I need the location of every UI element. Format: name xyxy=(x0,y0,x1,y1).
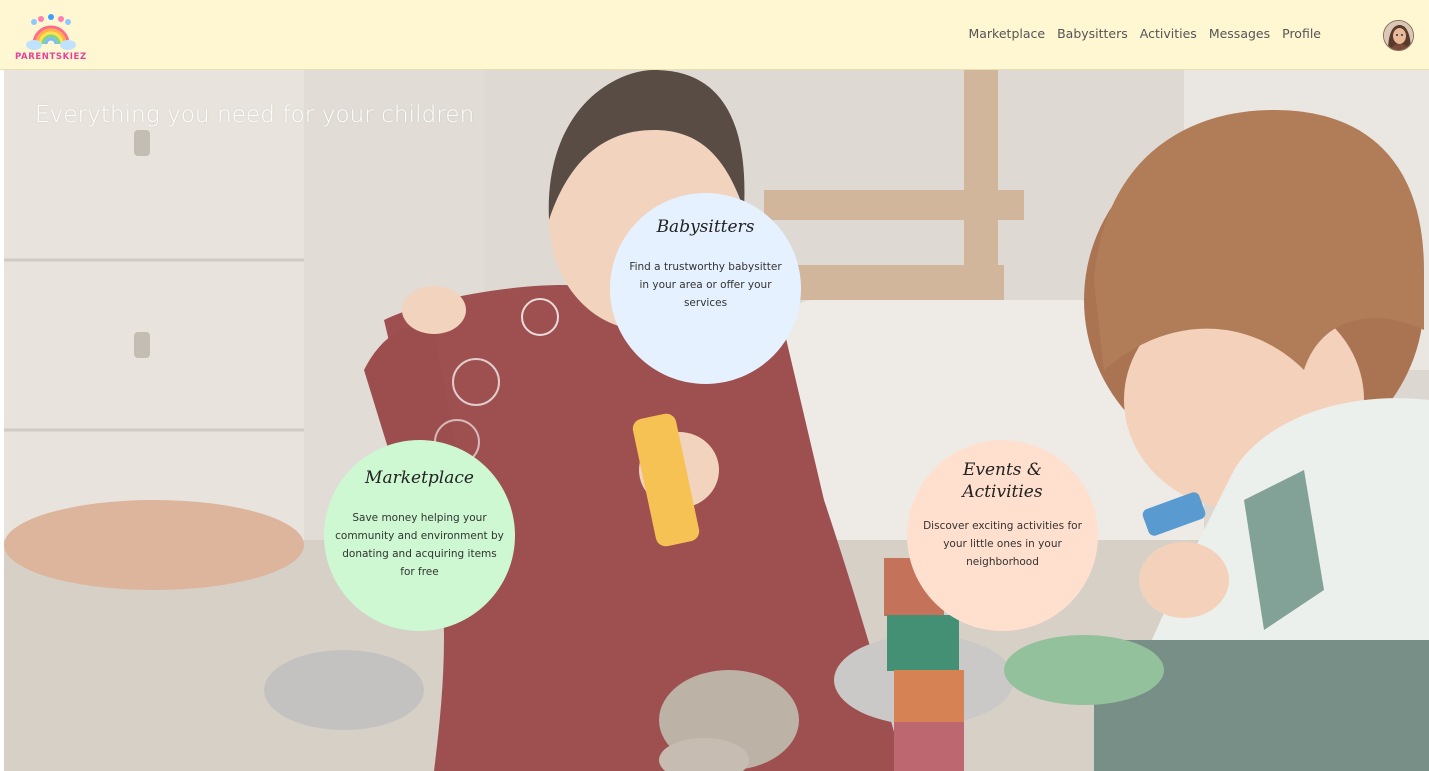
events-card-description: Discover exciting activities for your li… xyxy=(923,520,1082,568)
babysitters-card-description: Find a trustworthy babysitter in your ar… xyxy=(629,261,782,309)
user-avatar[interactable] xyxy=(1383,20,1414,51)
main-nav: Marketplace Babysitters Activities Messa… xyxy=(968,26,1321,41)
brand-name: PARENTSKIEZ xyxy=(15,52,87,62)
hero-section: Everything you need for your children Ba… xyxy=(4,70,1429,771)
marketplace-card-description: Save money helping your community and en… xyxy=(335,512,504,578)
babysitters-card-title: Babysitters xyxy=(656,217,755,237)
user-avatar-icon xyxy=(1384,21,1413,50)
marketplace-card[interactable]: Marketplace Save money helping your comm… xyxy=(324,440,515,631)
hero-background-image xyxy=(4,70,1429,771)
site-header: PARENTSKIEZ Marketplace Babysitters Acti… xyxy=(0,0,1429,70)
nav-babysitters[interactable]: Babysitters xyxy=(1057,26,1128,41)
rainbow-cloud-logo-icon xyxy=(26,14,76,50)
hero-title: Everything you need for your children xyxy=(35,102,475,128)
nav-activities[interactable]: Activities xyxy=(1140,26,1197,41)
babysitters-card[interactable]: Babysitters Find a trustworthy babysitte… xyxy=(610,193,801,384)
nav-marketplace[interactable]: Marketplace xyxy=(968,26,1045,41)
nav-messages[interactable]: Messages xyxy=(1209,26,1270,41)
brand-logo[interactable]: PARENTSKIEZ xyxy=(12,14,90,64)
events-activities-card[interactable]: Events & Activities Discover exciting ac… xyxy=(907,440,1098,631)
events-card-title: Events & Activities xyxy=(962,460,1043,502)
nav-profile[interactable]: Profile xyxy=(1282,26,1321,41)
marketplace-card-title: Marketplace xyxy=(365,468,474,488)
